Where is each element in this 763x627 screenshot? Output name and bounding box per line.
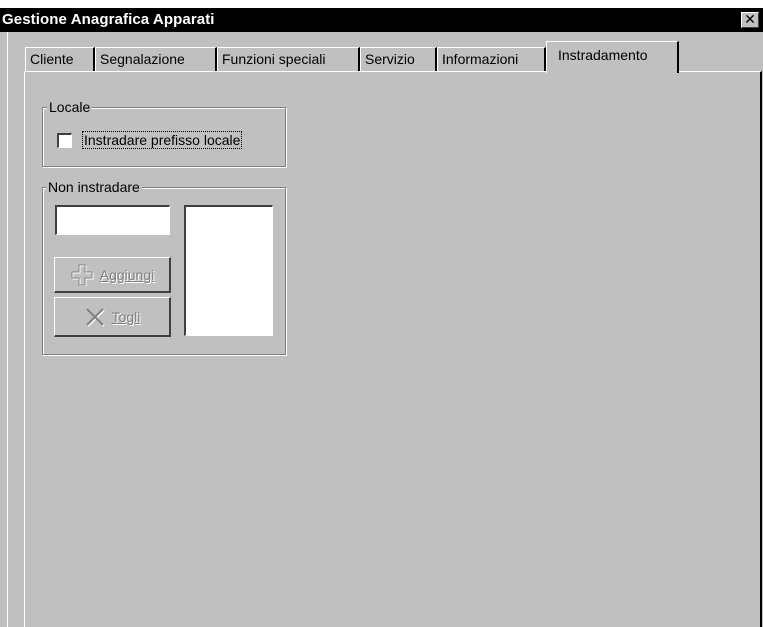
tab-funzioni-speciali[interactable]: Funzioni speciali (217, 47, 360, 71)
tab-servizio[interactable]: Servizio (360, 47, 437, 71)
plus-icon (70, 264, 94, 286)
tab-instradamento[interactable]: Instradamento (546, 41, 679, 73)
tab-label: Servizio (365, 51, 415, 67)
aggiungi-button[interactable]: Aggiungi (54, 257, 171, 293)
tab-panel-instradamento: Locale Instradare prefisso locale Non in… (24, 71, 762, 627)
window-title: Gestione Anagrafica Apparati (2, 11, 215, 28)
tab-cliente[interactable]: Cliente (25, 47, 95, 71)
instradare-prefisso-label[interactable]: Instradare prefisso locale (81, 131, 243, 149)
top-strip (0, 0, 763, 8)
window-left-edge (7, 32, 8, 627)
prefix-input[interactable] (55, 205, 170, 235)
app-window: Gestione Anagrafica Apparati ✕ Cliente S… (0, 0, 763, 627)
tab-informazioni[interactable]: Informazioni (437, 47, 546, 71)
tab-segnalazione[interactable]: Segnalazione (95, 47, 217, 71)
tab-label: Segnalazione (100, 51, 185, 67)
title-bar[interactable]: Gestione Anagrafica Apparati ✕ (0, 8, 763, 32)
togli-button[interactable]: Togli (54, 297, 171, 337)
non-instradare-listbox[interactable] (184, 205, 273, 336)
aggiungi-button-label: Aggiungi (99, 266, 155, 283)
tab-label: Funzioni speciali (222, 51, 326, 67)
x-icon (84, 307, 106, 327)
close-icon: ✕ (744, 11, 756, 27)
togli-button-label: Togli (111, 308, 141, 325)
instradare-prefisso-checkbox[interactable] (57, 133, 72, 148)
locale-group-legend: Locale (47, 99, 93, 115)
tab-label: Informazioni (442, 51, 519, 67)
tab-label: Instradamento (558, 47, 648, 63)
non-instradare-group-legend: Non instradare (46, 179, 142, 195)
tab-label: Cliente (30, 51, 74, 67)
close-button[interactable]: ✕ (741, 12, 759, 28)
